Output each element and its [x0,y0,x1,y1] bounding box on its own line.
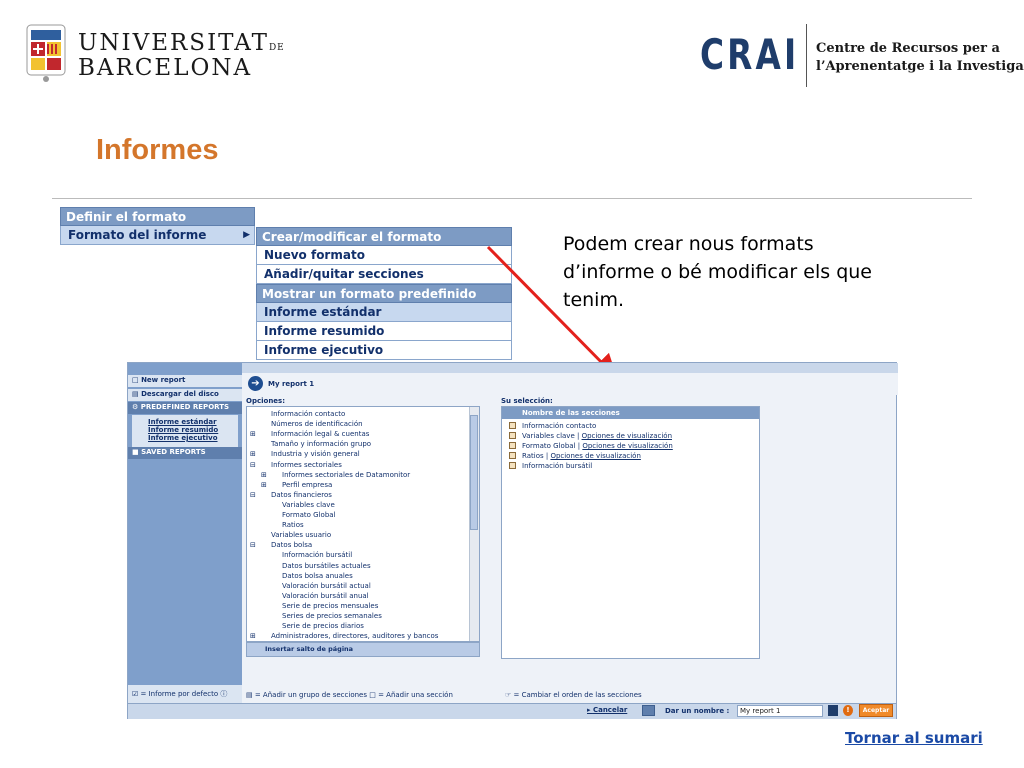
options-tree-item[interactable]: Datos bolsa [271,540,312,550]
callout-text: Podem crear nous formats d’informe o bé … [563,233,872,311]
alert-icon[interactable]: ! [843,705,853,716]
sidebar-download[interactable]: ▤ Descargar del disco [128,389,242,401]
name-label: Dar un nombre : [665,707,730,715]
report-sidebar: □ New report ▤ Descargar del disco ⚙ PRE… [128,363,242,703]
title-divider [52,198,972,199]
options-tree-item[interactable]: Serie de precios diarios [282,621,364,631]
menu-item-report-format[interactable]: Formato del informe ▶ [60,226,255,245]
expand-icon[interactable]: ⊞ [250,429,256,439]
expand-icon[interactable]: ⊞ [250,449,256,459]
expand-icon[interactable]: ⊞ [261,480,267,490]
options-tree-item[interactable]: Formato Global [282,510,336,520]
arrow-right-icon[interactable]: ➔ [248,376,263,391]
report-name-input[interactable]: My report 1 [737,705,823,717]
options-tree-item[interactable]: Informes sectoriales de Datamonitor [282,470,410,480]
print-icon[interactable] [642,705,655,716]
header-divider [806,24,807,87]
sidebar-saved-header: ■ SAVED REPORTS [128,447,242,459]
cancel-link[interactable]: ▸ Cancelar [587,706,627,714]
menu-item-add-remove-sections[interactable]: Añadir/quitar secciones [256,265,512,284]
options-tree-item[interactable]: Series de precios semanales [282,611,382,621]
options-tree-item[interactable]: Información bursátil [282,550,352,560]
selection-label: Su selección: [501,397,553,405]
collapse-icon[interactable]: ⊟ [250,490,256,500]
menu-item-summary-report[interactable]: Informe resumido [256,322,512,341]
insert-page-break-button[interactable]: Insertar salto de página [246,642,480,657]
default-report-legend: ☑ = Informe por defecto ⓘ [128,685,242,703]
selection-row[interactable]: Información bursátil [509,461,592,471]
page-title: Informes [96,134,219,166]
options-tree-item[interactable]: Informes sectoriales [271,460,342,470]
sidebar-executive-report[interactable]: Informe ejecutivo [144,433,258,443]
options-tree-item[interactable]: Valoración bursátil anual [282,591,369,601]
options-tree-item[interactable]: Tamaño y información grupo [271,439,371,449]
main-topbar [242,363,898,373]
sidebar-new-report[interactable]: □ New report [128,375,242,387]
legend-add-group: ▤ = Añadir un grupo de secciones □ = Aña… [246,691,453,699]
expand-icon[interactable]: ⊞ [261,470,267,480]
menu-item-standard-report[interactable]: Informe estándar [256,303,512,322]
selection-row[interactable]: Ratios | Opciones de visualización [509,451,641,461]
menu-item-executive-report[interactable]: Informe ejecutivo [256,341,512,360]
crai-logo: CRAI [700,30,800,79]
options-label: Opciones: [246,397,286,405]
menu-header-predefined: Mostrar un formato predefinido [256,284,512,303]
options-tree-item[interactable]: Variables usuario [271,530,331,540]
report-title-bar [242,373,898,395]
menu-header-define-format: Definir el formato [60,207,255,226]
selection-row[interactable]: Información contacto [509,421,596,431]
report-builder-window: □ New report ▤ Descargar del disco ⚙ PRE… [127,362,898,719]
crai-subtitle: Centre de Recursos per a l’Aprenentatge … [816,41,1024,74]
format-submenu: Crear/modificar el formato Nuevo formato… [256,227,512,360]
legend-reorder: ☞ = Cambiar el orden de las secciones [505,691,642,699]
options-tree-item[interactable]: Serie de precios mensuales [282,601,378,611]
ub-logo [26,24,66,84]
sidebar-predefined-header: ⚙ PREDEFINED REPORTS [128,402,242,414]
options-tree-item[interactable]: Datos financieros [271,490,332,500]
display-options-link[interactable]: Opciones de visualización [582,432,672,440]
selection-list: Nombre de las secciones Información cont… [501,406,760,659]
options-tree-item[interactable]: Administradores, directores, auditores y… [271,631,438,641]
selection-row[interactable]: Formato Global | Opciones de visualizaci… [509,441,673,451]
options-tree-item[interactable]: Perfil empresa [282,480,332,490]
university-name-line2: BARCELONA [78,55,253,81]
options-tree[interactable]: Información contacto Números de identific… [246,406,480,642]
options-tree-item[interactable]: Industria y visión general [271,449,360,459]
submenu-arrow-icon: ▶ [243,230,250,240]
display-options-link[interactable]: Opciones de visualización [582,442,672,450]
university-name-line1: UNIVERSITATDE [78,30,285,56]
display-options-link[interactable]: Opciones de visualización [550,452,640,460]
options-tree-item[interactable]: Variables clave [282,500,335,510]
options-tree-item[interactable]: Información contacto [271,409,345,419]
options-tree-item[interactable]: Información legal & cuentas [271,429,369,439]
selection-row[interactable]: Variables clave | Opciones de visualizac… [509,431,672,441]
collapse-icon[interactable]: ⊟ [250,540,256,550]
back-to-summary-link[interactable]: Tornar al sumari [845,729,983,747]
accept-button[interactable]: Aceptar [859,704,893,717]
menu-item-new-format[interactable]: Nuevo formato [256,246,512,265]
selection-header: Nombre de las secciones [502,407,759,419]
help-icon[interactable]: ⓘ [220,690,227,698]
options-tree-item[interactable]: Números de identificación [271,419,363,429]
collapse-icon[interactable]: ⊟ [250,460,256,470]
options-scrollbar[interactable] [469,407,479,641]
options-tree-item[interactable]: Datos bursátiles actuales [282,561,371,571]
options-tree-item[interactable]: Ratios [282,520,304,530]
options-tree-item[interactable]: Valoración bursátil actual [282,581,371,591]
scrollbar-thumb[interactable] [470,415,478,530]
format-menu: Definir el formato Formato del informe ▶ [60,207,255,245]
menu-header-create-modify: Crear/modificar el formato [256,227,512,246]
expand-icon[interactable]: ⊞ [250,631,256,641]
options-tree-item[interactable]: Datos bolsa anuales [282,571,353,581]
report-name: My report 1 [268,380,315,388]
save-icon[interactable] [828,705,838,716]
